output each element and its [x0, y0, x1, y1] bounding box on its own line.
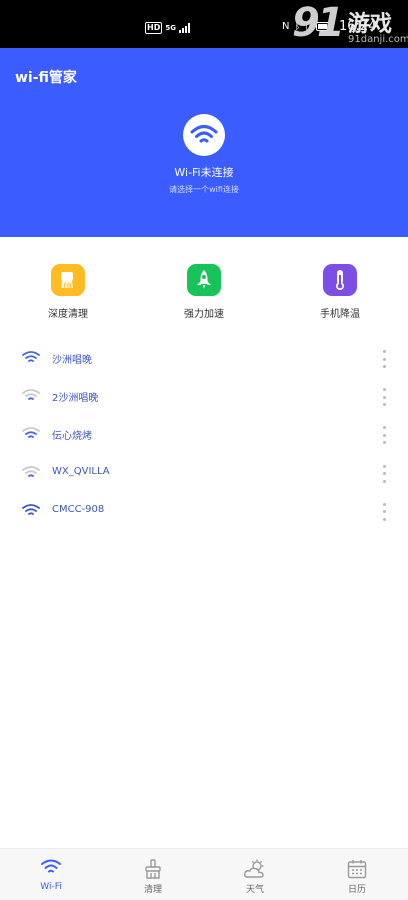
- wifi-signal-icon: [22, 351, 40, 362]
- tool-deep-clean[interactable]: 深度清理: [18, 264, 118, 320]
- wifi-icon: [190, 125, 218, 143]
- status-bar: HD 5G N ᛒ ▯ 16:24 91 游戏 91danji.com: [0, 0, 408, 48]
- status-bar-left: HD 5G: [145, 22, 190, 34]
- broom-icon: [51, 264, 85, 296]
- rocket-icon: [187, 264, 221, 296]
- list-item[interactable]: WX_QVILLA: [0, 454, 408, 492]
- wifi-icon: [41, 859, 61, 873]
- thermometer-icon: [323, 264, 357, 296]
- tool-label: 深度清理: [48, 309, 88, 320]
- wifi-signal-icon: [22, 389, 40, 401]
- list-item[interactable]: 伝心烧烤: [0, 415, 408, 453]
- tab-label: 日历: [347, 885, 366, 895]
- wifi-signal-icon: [22, 503, 40, 515]
- watermark-logo: 91 游戏 91danji.com: [292, 0, 408, 48]
- app-title: wi-fi管家: [15, 70, 77, 86]
- more-options-icon[interactable]: [378, 388, 390, 407]
- tab-label: 清理: [143, 885, 162, 895]
- connection-hint: 请选择一个wifi连接: [169, 185, 239, 194]
- network-type: 5G: [165, 23, 176, 32]
- wifi-name: CMCC-908: [52, 503, 105, 515]
- tab-wifi[interactable]: Wi-Fi: [0, 849, 102, 900]
- list-item[interactable]: CMCC-908: [0, 492, 408, 530]
- tab-calendar[interactable]: 日历: [306, 849, 408, 900]
- bottom-tab-bar: Wi-Fi 清理 天气 日历: [0, 848, 408, 900]
- wifi-name: 2沙洲唱晚: [52, 393, 99, 405]
- connection-status: Wi-Fi未连接: [174, 166, 234, 179]
- more-options-icon[interactable]: [378, 426, 390, 445]
- list-item[interactable]: 沙洲唱晚: [0, 339, 408, 377]
- hd-indicator: HD: [145, 22, 163, 34]
- tab-weather[interactable]: 天气: [204, 849, 306, 900]
- wifi-name: WX_QVILLA: [52, 465, 110, 477]
- wifi-status-button[interactable]: [183, 114, 225, 156]
- more-options-icon[interactable]: [378, 464, 390, 483]
- weather-icon: [244, 859, 264, 878]
- wifi-header: wi-fi管家 Wi-Fi未连接 请选择一个wifi连接: [0, 48, 408, 237]
- watermark-url: 91danji.com: [348, 34, 408, 45]
- tool-label: 强力加速: [184, 309, 224, 320]
- list-item[interactable]: 2沙洲唱晚: [0, 377, 408, 415]
- tab-clean[interactable]: 清理: [102, 849, 204, 900]
- more-options-icon[interactable]: [378, 350, 390, 368]
- nfc-icon: N: [282, 21, 290, 32]
- wifi-name: 沙洲唱晚: [52, 355, 92, 366]
- calendar-icon: [347, 860, 367, 879]
- tool-boost[interactable]: 强力加速: [154, 264, 254, 320]
- wifi-name: 伝心烧烤: [52, 431, 92, 443]
- wifi-signal-icon: [22, 465, 40, 477]
- broom-icon: [145, 859, 161, 879]
- signal-icon: [178, 23, 190, 33]
- tool-cool-down[interactable]: 手机降温: [290, 264, 390, 320]
- tab-label: Wi-Fi: [40, 882, 62, 892]
- watermark-number: 91: [292, 0, 345, 46]
- tool-label: 手机降温: [320, 309, 360, 320]
- more-options-icon[interactable]: [378, 502, 390, 521]
- wifi-signal-icon: [22, 427, 40, 439]
- tab-label: 天气: [245, 885, 264, 895]
- wifi-list: 沙洲唱晚 2沙洲唱晚 伝心烧烤 WX_QVILLA CMCC-908: [0, 339, 408, 530]
